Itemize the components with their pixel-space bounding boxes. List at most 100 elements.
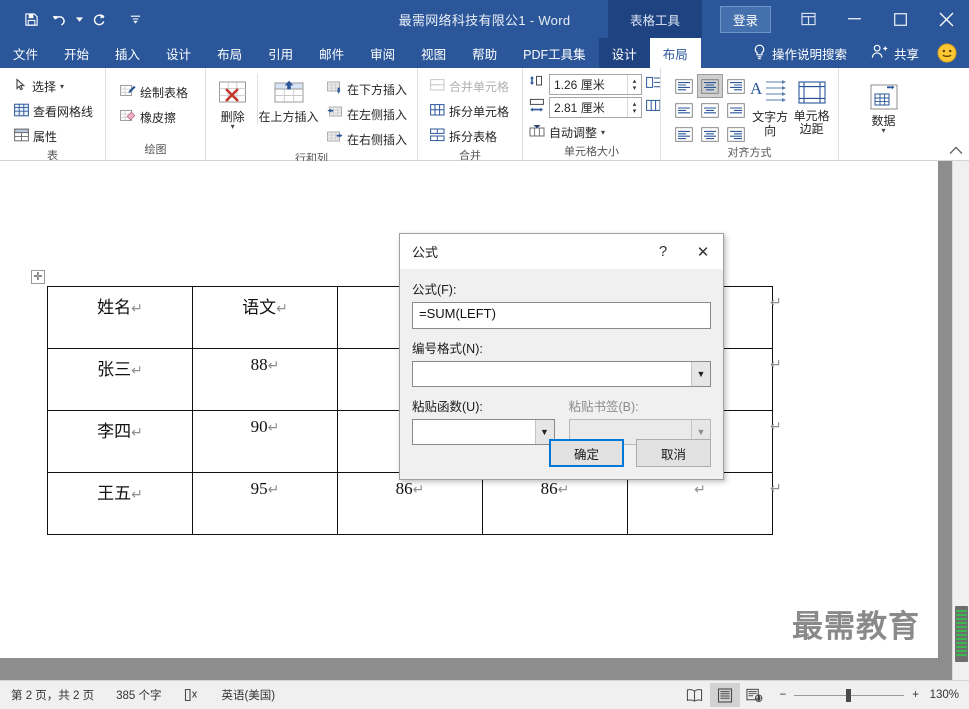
insert-columns-left-icon [327,106,343,124]
tab-view[interactable]: 视图 [408,38,459,68]
delete-button[interactable]: 删除 ▾ [212,74,253,131]
feedback-smiley-icon[interactable] [937,43,957,63]
cancel-button[interactable]: 取消 [636,439,711,467]
align-bottom-right-button[interactable] [723,122,749,146]
tab-help[interactable]: 帮助 [459,38,510,68]
language-indicator[interactable]: 英语(美国) [210,687,286,703]
insert-above-button[interactable]: 在上方插入 [257,74,319,124]
properties-button[interactable]: 属性 [10,124,61,149]
collapse-ribbon-icon[interactable] [949,146,963,158]
tab-design[interactable]: 设计 [153,38,204,68]
proofing-errors-icon[interactable] [172,688,210,702]
ribbon-group-draw: 绘制表格 橡皮擦 绘图 [105,68,205,160]
chevron-down-icon[interactable]: ▾ [231,123,235,131]
word-count[interactable]: 385 个字 [105,687,172,703]
customize-qat-icon[interactable] [122,7,148,31]
chevron-down-icon[interactable]: ▾ [881,127,885,135]
zoom-slider[interactable]: − + [770,688,929,702]
draw-table-button[interactable]: 绘制表格 [116,80,192,105]
zoom-out-button[interactable]: − [780,689,787,701]
save-icon[interactable] [18,7,44,31]
split-cells-button[interactable]: 拆分单元格 [426,99,513,124]
insert-left-button[interactable]: 在左侧插入 [323,102,411,127]
autofit-button[interactable]: 自动调整 ▾ [529,120,609,145]
delete-table-icon [217,76,249,110]
autofit-label: 自动调整 [549,126,598,140]
row-height-spinner[interactable]: 1.26 厘米 ▴ ▾ [549,74,642,95]
paragraph-mark-icon: ↵ [267,419,280,435]
help-icon[interactable]: ? [643,234,683,269]
read-mode-icon[interactable] [680,683,710,707]
cell-margins-button[interactable]: 单元格边距 [791,74,832,136]
column-width-spinner[interactable]: 2.81 厘米 ▴ ▾ [549,97,642,118]
redo-icon[interactable] [86,7,112,31]
tab-mailings[interactable]: 邮件 [306,38,357,68]
tab-review[interactable]: 审阅 [357,38,408,68]
column-width-stepper[interactable]: ▴ ▾ [627,98,641,117]
chevron-down-icon[interactable]: ▾ [60,82,64,90]
chevron-down-icon[interactable]: ▼ [691,362,710,386]
web-layout-icon[interactable] [740,683,770,707]
align-top-left-button[interactable] [671,74,697,98]
number-format-combobox[interactable]: ▼ [412,361,711,387]
row-height-value: 1.26 厘米 [554,78,605,92]
align-center-left-button[interactable] [671,98,697,122]
text-direction-button[interactable]: A 文字方向 [749,74,791,138]
draw-table-label: 绘制表格 [140,86,189,100]
insert-below-button[interactable]: 在下方插入 [323,77,411,102]
select-button[interactable]: 选择 ▾ [10,74,68,99]
formula-input[interactable]: =SUM(LEFT) [412,302,711,329]
row-height-stepper[interactable]: ▴ ▾ [627,75,641,94]
zoom-knob[interactable] [845,688,851,702]
align-top-center-button[interactable] [697,74,723,98]
print-layout-icon[interactable] [709,683,740,707]
page-indicator[interactable]: 第 2 页，共 2 页 [0,687,105,703]
tab-table-design[interactable]: 设计 [598,38,650,68]
sign-in-button[interactable]: 登录 [719,5,771,33]
undo-icon[interactable] [46,7,72,31]
tab-home[interactable]: 开始 [51,38,102,68]
insert-rows-above-icon [272,76,306,110]
ok-button[interactable]: 确定 [549,439,624,467]
zoom-in-button[interactable]: + [912,689,919,701]
close-icon[interactable]: ✕ [683,234,723,269]
align-bottom-left-button[interactable] [671,122,697,146]
distribute-rows-icon[interactable] [646,76,661,93]
table-move-handle[interactable]: ✛ [31,270,45,284]
eraser-button[interactable]: 橡皮擦 [116,105,180,130]
tell-me-search[interactable]: 操作说明搜索 [741,44,859,63]
data-button[interactable]: 数据 ▾ [856,78,912,135]
zoom-level[interactable]: 130% [929,689,969,701]
close-icon[interactable] [923,0,969,38]
undo-dropdown-icon[interactable] [74,7,84,31]
tab-layout[interactable]: 布局 [204,38,255,68]
insert-right-label: 在右侧插入 [346,133,407,147]
tab-file[interactable]: 文件 [0,38,52,68]
paste-bookmark-label: 粘贴书签(B): [568,400,639,414]
distribute-columns-icon[interactable] [646,99,661,116]
align-center-button[interactable] [697,98,723,122]
chevron-down-icon[interactable]: ▾ [601,128,605,136]
paste-function-combobox[interactable]: ▼ [412,419,555,445]
share-button[interactable]: 共享 [859,44,931,63]
insert-right-button[interactable]: 在右侧插入 [323,127,411,152]
maximize-icon[interactable] [877,0,923,38]
align-top-right-button[interactable] [723,74,749,98]
view-gridlines-button[interactable]: 查看网格线 [10,99,97,124]
align-bottom-center-button[interactable] [697,122,723,146]
table-cell: 王五↵ [47,472,193,535]
tab-pdf-tools[interactable]: PDF工具集 [510,38,599,68]
share-label: 共享 [893,47,919,62]
align-center-right-button[interactable] [723,98,749,122]
split-table-button[interactable]: 拆分表格 [426,124,501,149]
formula-dialog[interactable]: 公式 ? ✕ 公式(F): =SUM(LEFT) 编号格式(N): ▼ 粘贴函数… [399,233,724,480]
tab-table-layout[interactable]: 布局 [649,38,701,68]
ribbon-display-options-icon[interactable] [785,0,831,38]
tab-references[interactable]: 引用 [255,38,306,68]
tab-insert[interactable]: 插入 [102,38,153,68]
vertical-scrollbar-thumb[interactable] [955,606,968,662]
minimize-icon[interactable] [831,0,877,38]
vertical-scrollbar[interactable] [952,161,969,680]
group-label-alignment: 对齐方式 [727,147,772,159]
zoom-track[interactable] [794,688,905,702]
